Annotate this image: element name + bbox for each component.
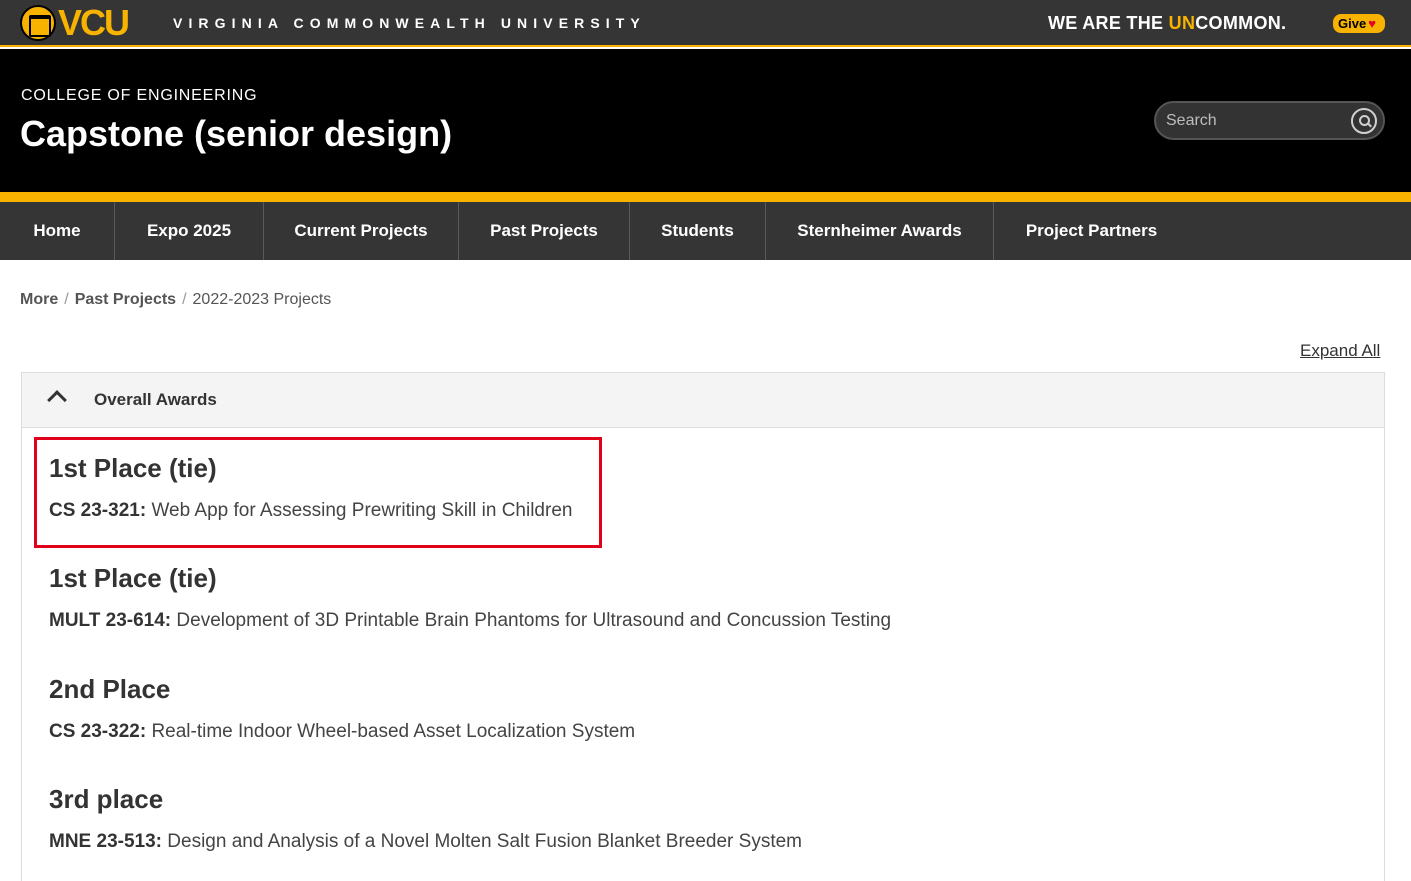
brand-bar: VCU VIRGINIA COMMONWEALTH UNIVERSITY WE … [0,0,1411,47]
expand-all-link[interactable]: Expand All [1300,341,1380,361]
nav-item-past-projects[interactable]: Past Projects [459,202,630,260]
nav-item-project-partners[interactable]: Project Partners [994,202,1189,260]
project-title: Design and Analysis of a Novel Molten Sa… [162,831,802,852]
breadcrumb-more[interactable]: More [20,291,58,308]
project-title: Development of 3D Printable Brain Phanto… [171,610,892,631]
tagline-post: COMMON. [1195,13,1287,33]
heart-icon: ♥ [1368,16,1376,31]
breadcrumb-separator: / [64,291,69,308]
accordion-title: Overall Awards [94,390,217,409]
tagline-highlight: UN [1168,13,1196,33]
award-place: 1st Place (tie) [49,563,217,593]
nav-item-students[interactable]: Students [630,202,766,260]
give-button[interactable]: Give ♥ [1333,14,1385,33]
main-nav: Home Expo 2025 Current Projects Past Pro… [0,202,1411,260]
nav-item-sternheimer-awards[interactable]: Sternheimer Awards [766,202,994,260]
college-name[interactable]: COLLEGE OF ENGINEERING [21,86,257,106]
site-title[interactable]: Capstone (senior design) [20,112,452,156]
search-box [1154,101,1385,140]
award-item: 2nd Place CS 23-322: Real-time Indoor Wh… [49,673,635,744]
accordion-header[interactable]: Overall Awards [22,373,1384,428]
award-item: 1st Place (tie) MULT 23-614: Development… [49,562,891,633]
breadcrumb-current: 2022-2023 Projects [192,291,332,308]
site-header: COLLEGE OF ENGINEERING Capstone (senior … [0,49,1411,192]
award-project: MULT 23-614: Development of 3D Printable… [49,609,891,633]
nav-item-current-projects[interactable]: Current Projects [264,202,459,260]
chevron-up-icon [47,390,67,410]
tagline-pre: WE ARE THE [1048,13,1169,33]
nav-item-expo-2025[interactable]: Expo 2025 [115,202,264,260]
highlight-annotation [34,437,602,548]
award-item: 3rd place MNE 23-513: Design and Analysi… [49,783,802,854]
breadcrumb-separator: / [182,291,187,308]
search-icon[interactable] [1351,108,1377,134]
give-label: Give [1338,16,1367,31]
project-code: MNE 23-513: [49,831,162,852]
breadcrumb-past-projects[interactable]: Past Projects [75,291,176,308]
gold-divider [0,192,1411,202]
vcu-logo[interactable]: VCU [20,2,130,43]
tagline[interactable]: WE ARE THE UNCOMMON. [1048,12,1286,34]
breadcrumb: More / Past Projects / 2022-2023 Projects [20,289,331,311]
project-title: Real-time Indoor Wheel-based Asset Local… [146,721,636,742]
project-code: CS 23-322: [49,721,147,742]
award-project: MNE 23-513: Design and Analysis of a Nov… [49,830,802,854]
nav-item-home[interactable]: Home [0,202,115,260]
vcu-logo-text: VCU [58,2,130,43]
search-input[interactable] [1166,110,1341,132]
university-name[interactable]: VIRGINIA COMMONWEALTH UNIVERSITY [173,15,646,31]
vcu-seal-icon [20,5,56,41]
award-project: CS 23-322: Real-time Indoor Wheel-based … [49,720,635,744]
award-place: 3rd place [49,784,164,814]
award-place: 2nd Place [49,674,171,704]
project-code: MULT 23-614: [49,610,172,631]
